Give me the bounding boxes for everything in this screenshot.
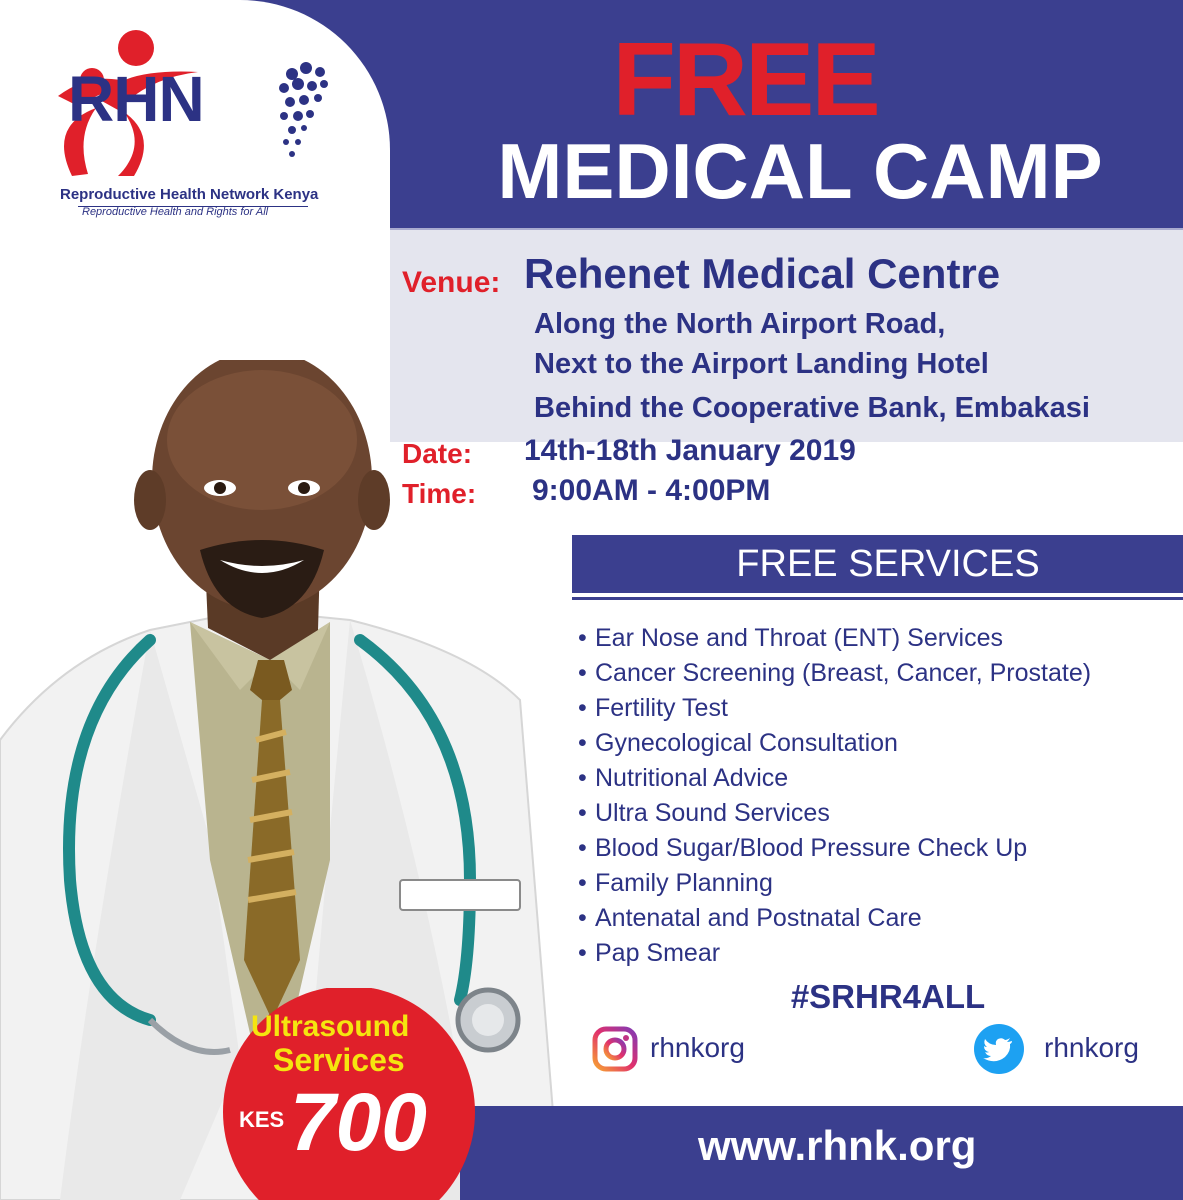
service-label: Fertility Test	[595, 694, 728, 722]
badge-line-2: Services	[273, 1042, 405, 1078]
twitter-bird-icon[interactable]	[974, 1024, 1024, 1074]
service-item: • Family Planning	[578, 866, 1091, 901]
service-item: • Gynecological Consultation	[578, 726, 1091, 761]
badge-price: 700	[290, 1077, 427, 1168]
details-band-edge	[390, 228, 1183, 230]
service-label: Family Planning	[595, 869, 773, 897]
service-label: Blood Sugar/Blood Pressure Check Up	[595, 834, 1028, 862]
website-link[interactable]: www.rhnk.org	[698, 1122, 976, 1170]
headline-free: FREE	[612, 22, 880, 138]
service-label: Antenatal and Postnatal Care	[595, 904, 922, 932]
services-underline	[572, 597, 1183, 600]
bullet-icon: •	[578, 834, 587, 862]
service-item: • Fertility Test	[578, 691, 1091, 726]
service-item: • Ultra Sound Services	[578, 796, 1091, 831]
medical-camp-poster: RHN Reproductive Health Network Kenya Re…	[0, 0, 1183, 1200]
bullet-icon: •	[578, 869, 587, 897]
service-label: Pap Smear	[595, 939, 721, 967]
logo-tagline: Reproductive Health and Rights for All	[82, 206, 269, 218]
logo-wordmark: RHN	[68, 63, 205, 135]
services-heading: FREE SERVICES	[736, 543, 1040, 585]
hashtag: #SRHR4ALL	[790, 978, 986, 1015]
service-item: • Blood Sugar/Blood Pressure Check Up	[578, 831, 1091, 866]
service-item: • Antenatal and Postnatal Care	[578, 901, 1091, 936]
instagram-icon[interactable]	[592, 1026, 638, 1072]
badge-line-1: Ultrasound	[251, 1010, 410, 1043]
bullet-icon: •	[578, 694, 587, 722]
time-value: 9:00AM - 4:00PM	[532, 474, 771, 507]
services-list: • Ear Nose and Throat (ENT) Services • Can…	[578, 621, 1091, 971]
bullet-icon: •	[578, 659, 587, 687]
bullet-icon: •	[578, 904, 587, 932]
bullet-icon: •	[578, 624, 587, 652]
bullet-icon: •	[578, 939, 587, 967]
service-item: • Cancer Screening (Breast, Cancer, Prost…	[578, 656, 1091, 691]
address-line-2: Next to the Airport Landing Hotel	[534, 348, 989, 380]
service-label: Cancer Screening (Breast, Cancer, Prosta…	[595, 659, 1092, 687]
service-item: • Pap Smear	[578, 936, 1091, 971]
venue-name: Rehenet Medical Centre	[524, 250, 1001, 297]
bullet-icon: •	[578, 764, 587, 792]
headline-medical-camp: MEDICAL CAMP	[497, 127, 1103, 215]
date-value: 14th-18th January 2019	[524, 434, 856, 467]
service-label: Gynecological Consultation	[595, 729, 898, 757]
bullet-icon: •	[578, 729, 587, 757]
service-label: Nutritional Advice	[595, 764, 789, 792]
twitter-handle[interactable]: rhnkorg	[1044, 1032, 1139, 1064]
logo-organization-name: Reproductive Health Network Kenya	[60, 186, 319, 203]
service-item: • Ear Nose and Throat (ENT) Services	[578, 621, 1091, 656]
venue-label: Venue:	[402, 266, 501, 299]
bullet-icon: •	[578, 799, 587, 827]
instagram-handle[interactable]: rhnkorg	[650, 1032, 745, 1064]
address-line-3: Behind the Cooperative Bank, Embakasi	[534, 392, 1090, 424]
service-label: Ultra Sound Services	[595, 799, 830, 827]
badge-currency: KES	[239, 1107, 285, 1132]
service-label: Ear Nose and Throat (ENT) Services	[595, 624, 1004, 652]
address-line-1: Along the North Airport Road,	[534, 308, 946, 340]
service-item: • Nutritional Advice	[578, 761, 1091, 796]
